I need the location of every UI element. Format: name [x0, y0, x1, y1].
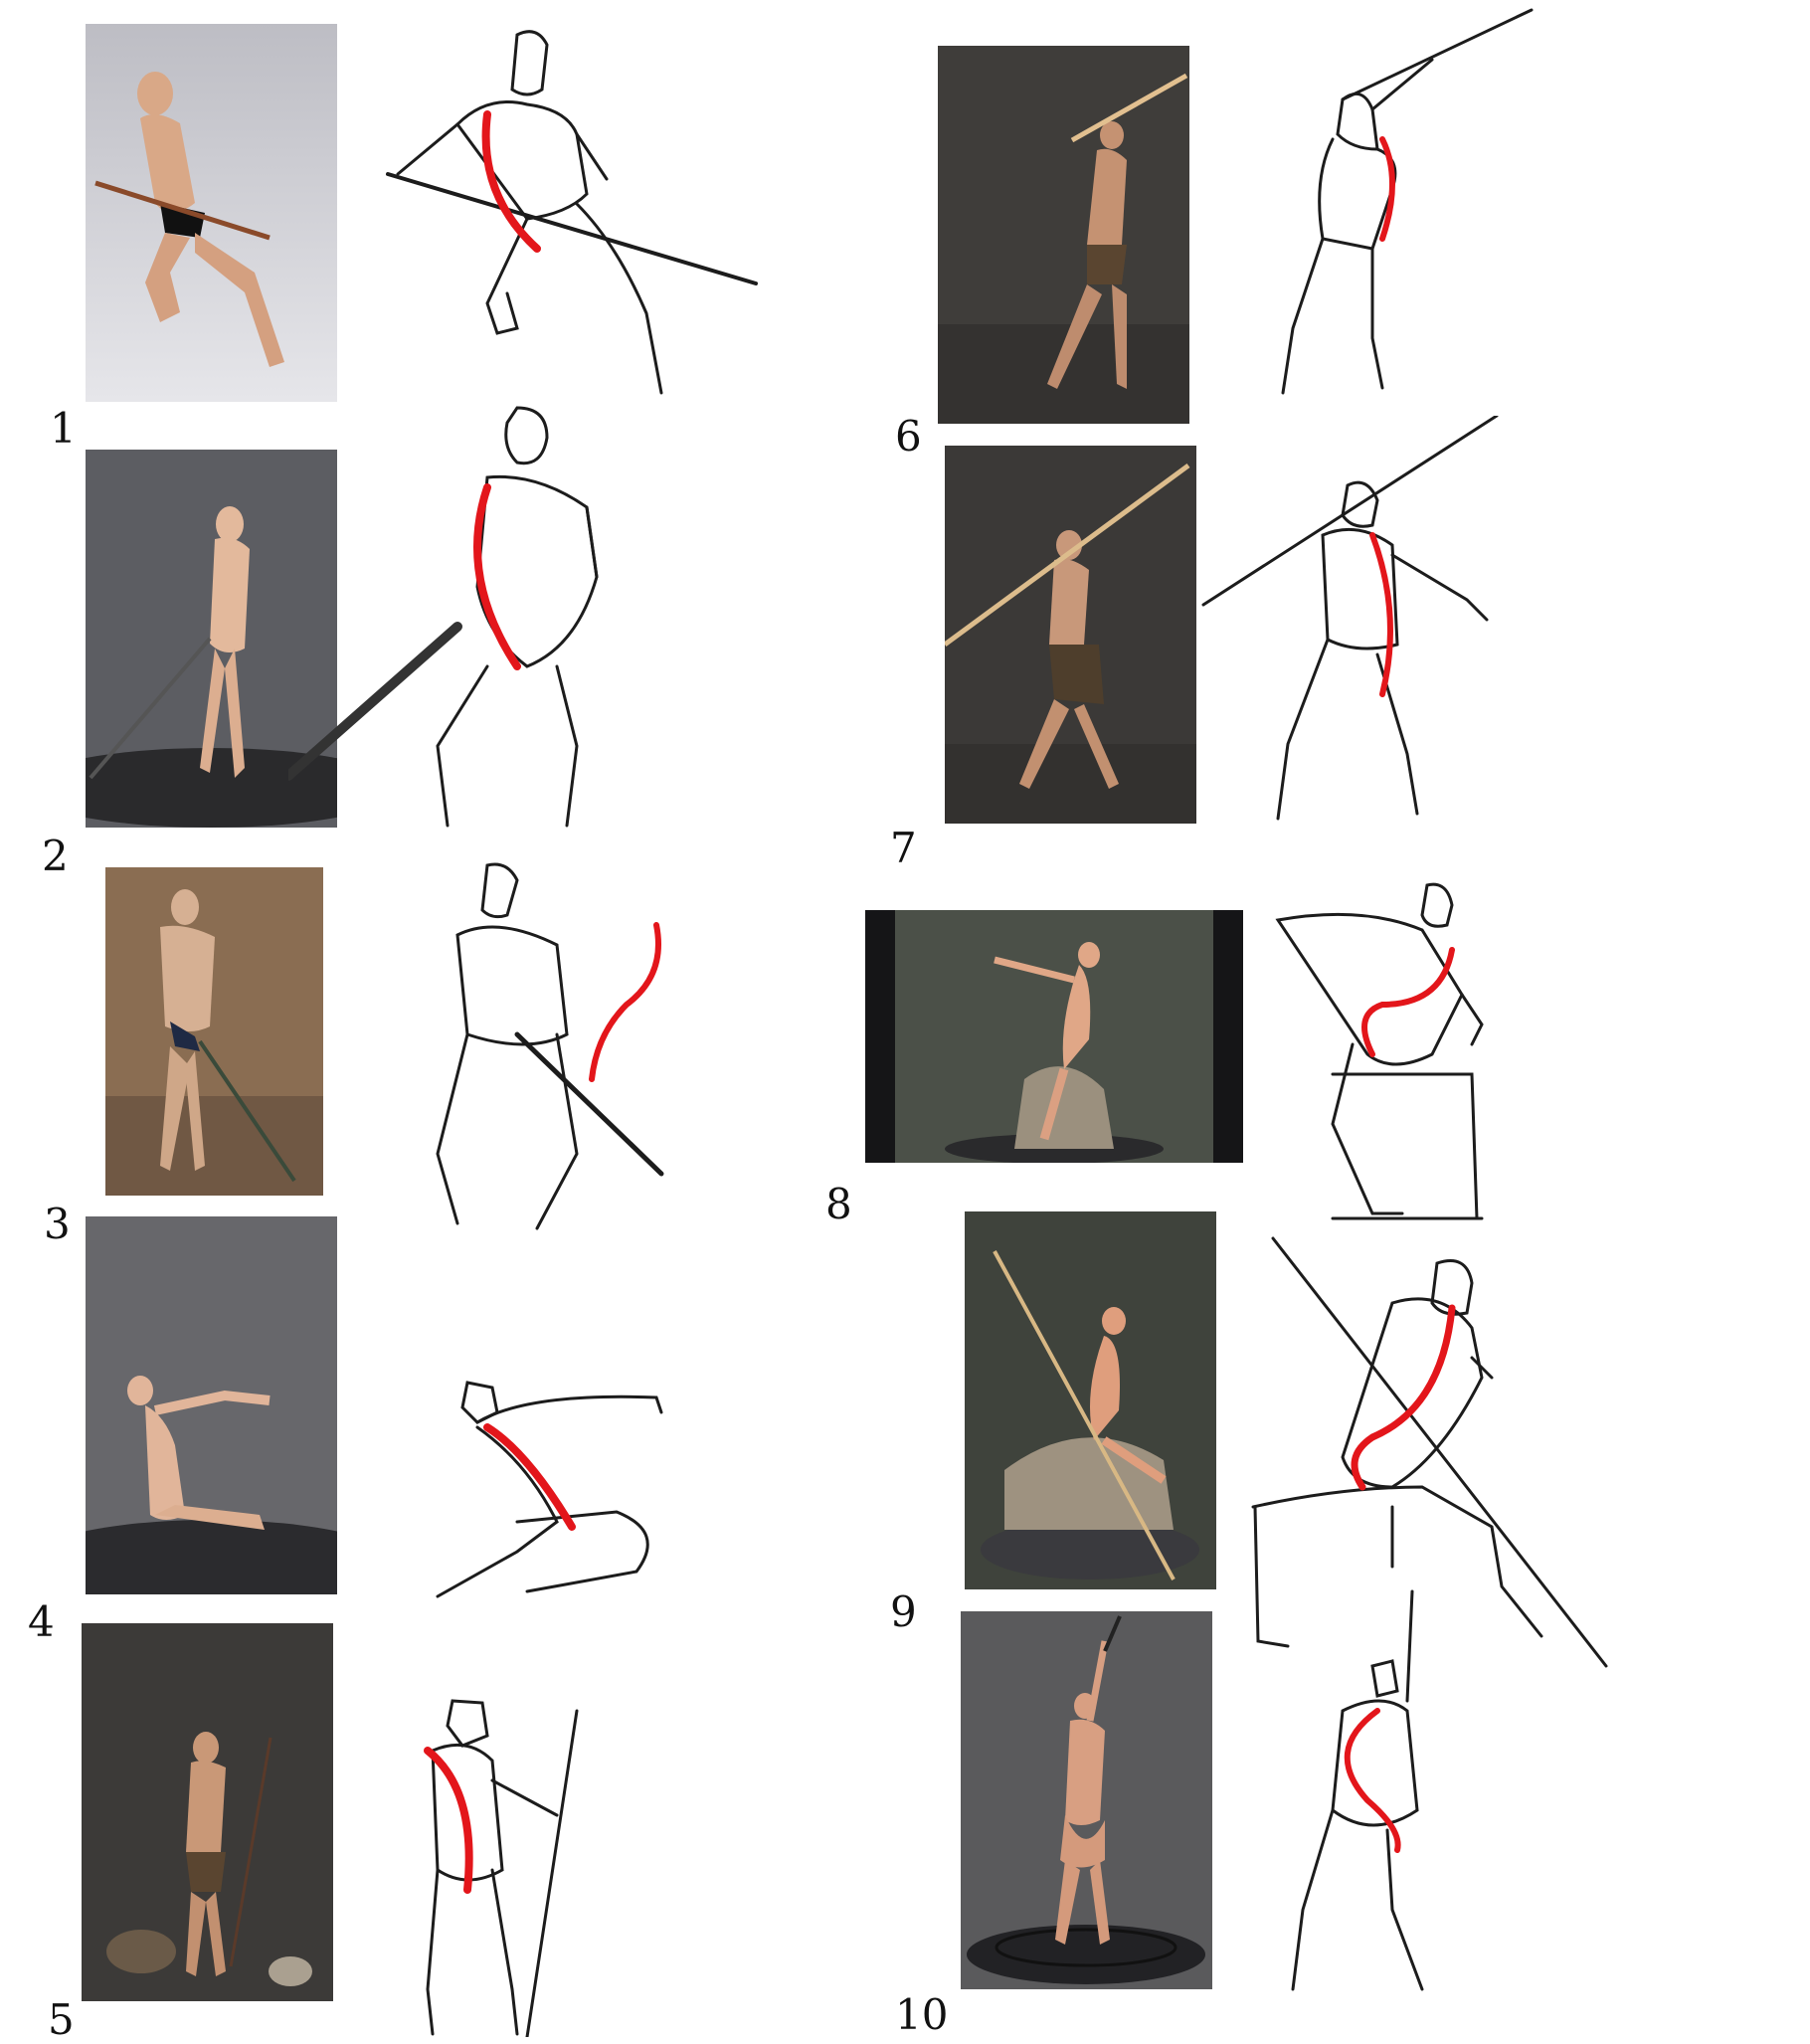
pose-number-3: 3: [44, 1200, 71, 1248]
pose-number-4: 4: [28, 1597, 55, 1646]
gesture-sketch-5: [408, 1691, 607, 2037]
gesture-sketch-8: [1273, 875, 1561, 1233]
pose-number-1: 1: [50, 404, 77, 453]
reference-photo-10: [961, 1611, 1212, 1989]
reference-photo-5: [82, 1623, 333, 2001]
pose-number-6: 6: [895, 412, 922, 461]
gesture-sketch-1: [378, 15, 776, 413]
pose-number-5: 5: [48, 1995, 75, 2044]
reference-photo-1: [86, 24, 337, 402]
reference-photo-3: [105, 867, 323, 1196]
gesture-sketch-6: [1253, 0, 1551, 408]
reference-photo-8: [865, 910, 1243, 1163]
gesture-sketch-10: [1273, 1581, 1472, 1999]
reference-photo-4: [86, 1216, 337, 1594]
pose-number-7: 7: [890, 824, 917, 872]
pose-number-10: 10: [895, 1990, 949, 2039]
pose-number-2: 2: [42, 832, 69, 880]
gesture-sketch-2: [288, 398, 666, 836]
gesture-sketch-4: [408, 1373, 696, 1611]
pose-number-9: 9: [890, 1587, 917, 1636]
reference-photo-7: [945, 446, 1196, 824]
pose-number-8: 8: [825, 1180, 852, 1228]
reference-photo-6: [938, 46, 1189, 424]
gesture-sketch-7: [1198, 416, 1517, 824]
gesture-sketch-3: [408, 855, 706, 1243]
reference-photo-9: [965, 1211, 1216, 1589]
